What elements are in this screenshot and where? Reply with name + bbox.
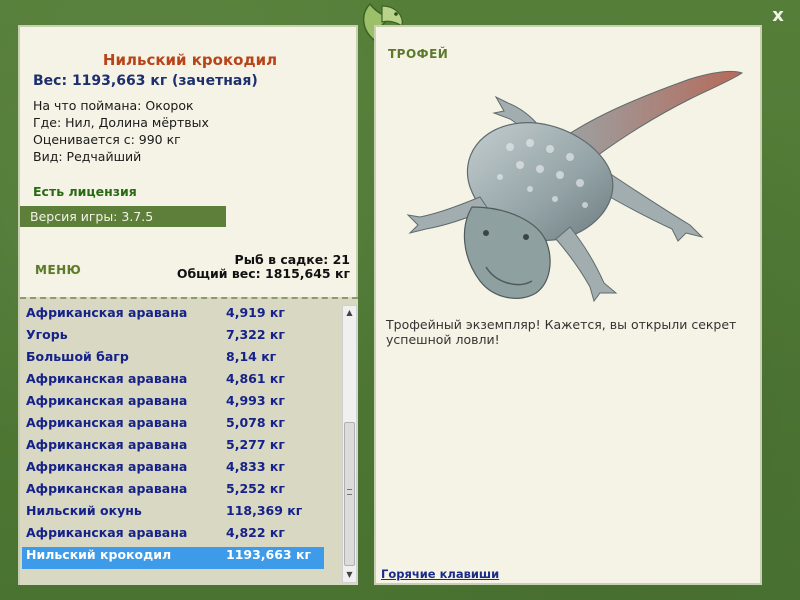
fish-list-scrollbar[interactable]: ▲ ▼ [342,305,357,583]
fish-name: Африканская аравана [26,415,188,430]
catch-details: На что поймана: Окорок Где: Нил, Долина … [33,97,209,165]
fish-weight: 1193,663 кг [226,547,311,562]
fish-list-row[interactable]: Африканская аравана 4,861 кг [22,371,324,393]
fish-weight: 5,277 кг [226,437,285,452]
fish-list-row[interactable]: Африканская аравана 4,822 кг [22,525,324,547]
fish-list-row[interactable]: Нильский крокодил 1193,663 кг [22,547,324,569]
cage-total-weight: Общий вес: 1815,645 кг [176,266,350,281]
fish-weight: 4,993 кг [226,393,285,408]
fish-weight: 4,822 кг [226,525,285,540]
fish-name: Нильский крокодил [26,547,172,562]
crocodile-trophy-image [406,70,744,303]
catch-location: Где: Нил, Долина мёртвых [33,115,209,130]
fish-name: Африканская аравана [26,525,188,540]
fish-list-row[interactable]: Африканская аравана 5,277 кг [22,437,324,459]
fish-name: Нильский окунь [26,503,142,518]
fish-list: Африканская аравана 4,919 кг Угорь 7,322 кг… [22,305,324,569]
fish-name: Африканская аравана [26,437,188,452]
cage-count: Рыб в садке: 21 [234,252,350,267]
fish-list-area: Африканская аравана 4,919 кг Угорь 7,322 кг… [20,297,358,585]
fish-list-row[interactable]: Африканская аравана 4,919 кг [22,305,324,327]
fish-weight: 5,252 кг [226,481,285,496]
catch-info-panel: Нильский крокодил Вес: 1193,663 кг (заче… [18,25,358,585]
license-status: Есть лицензия [33,184,137,199]
version-bar: Версия игры: 3.7.5 [20,206,226,227]
hotkeys-link[interactable]: Горячие клавиши [381,567,499,581]
scroll-up-arrow-icon[interactable]: ▲ [343,306,356,320]
fish-list-row[interactable]: Большой багр 8,14 кг [22,349,324,371]
scroll-grip-icon [347,489,352,495]
catch-bait: На что поймана: Окорок [33,98,194,113]
fish-list-row[interactable]: Африканская аравана 4,993 кг [22,393,324,415]
fish-name: Большой багр [26,349,129,364]
trophy-description: Трофейный экземпляр! Кажется, вы открыли… [386,317,737,347]
fish-list-row[interactable]: Африканская аравана 4,833 кг [22,459,324,481]
fish-name: Африканская аравана [26,371,188,386]
fish-weight: 4,861 кг [226,371,285,386]
trophy-panel: ТРОФЕЙ Трофейный экземпляр! Кажется, вы … [374,25,762,585]
fish-weight: 5,078 кг [226,415,285,430]
close-button[interactable]: x [766,4,790,28]
catch-title: Нильский крокодил [102,51,278,69]
scroll-thumb[interactable] [344,422,355,566]
catch-weight: Вес: 1193,663 кг (зачетная) [33,73,258,89]
fish-weight: 8,14 кг [226,349,277,364]
fish-name: Африканская аравана [26,459,188,474]
catch-valuation: Оценивается с: 990 кг [33,132,181,147]
fish-list-row[interactable]: Африканская аравана 5,252 кг [22,481,324,503]
close-icon: x [772,5,784,26]
fish-weight: 7,322 кг [226,327,285,342]
fish-weight: 118,369 кг [226,503,303,518]
menu-button[interactable]: МЕНЮ [35,263,81,277]
cage-stats: Рыб в садке: 21 Общий вес: 1815,645 кг [177,253,350,281]
catch-rarity: Вид: Редчайший [33,149,142,164]
fish-name: Африканская аравана [26,393,188,408]
scroll-down-arrow-icon[interactable]: ▼ [343,568,356,582]
fish-weight: 4,833 кг [226,459,285,474]
fish-list-row[interactable]: Угорь 7,322 кг [22,327,324,349]
fish-name: Угорь [26,327,68,342]
fish-weight: 4,919 кг [226,305,285,320]
fish-name: Африканская аравана [26,305,188,320]
fish-name: Африканская аравана [26,481,188,496]
fish-list-row[interactable]: Африканская аравана 5,078 кг [22,415,324,437]
fish-list-row[interactable]: Нильский окунь 118,369 кг [22,503,324,525]
